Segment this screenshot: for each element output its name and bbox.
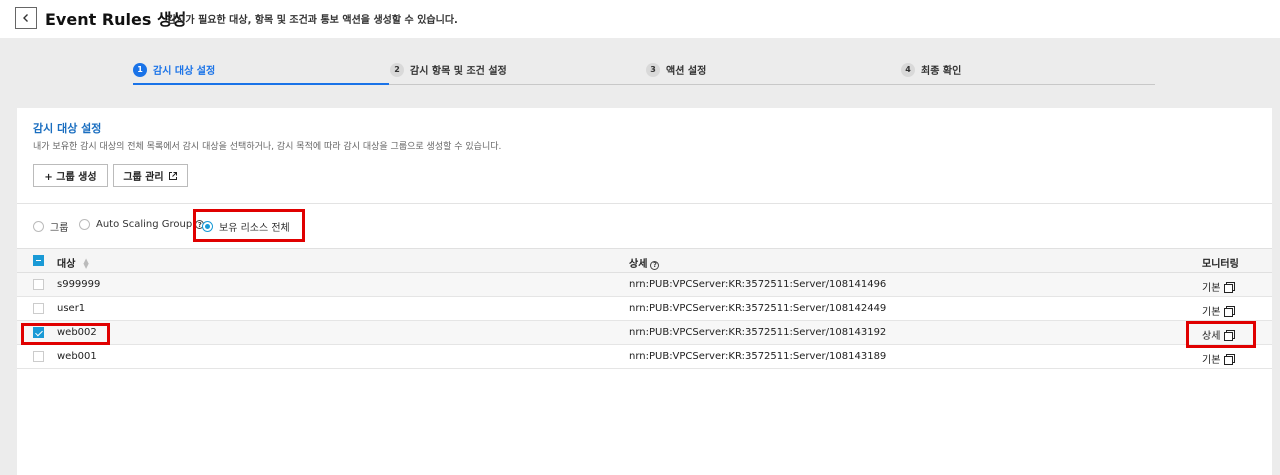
step-number: 4 xyxy=(901,62,915,77)
step-number: 1 xyxy=(133,62,147,77)
column-header-target[interactable]: 대상 ▲ ▼ xyxy=(57,255,89,271)
step-label: 최종 확인 xyxy=(921,66,962,77)
step-target-settings[interactable]: 1 감시 대상 설정 xyxy=(133,62,215,77)
monitoring-label: 기본 xyxy=(1202,355,1221,366)
row-monitoring[interactable]: 기본 xyxy=(1202,351,1236,366)
row-monitoring[interactable]: 기본 xyxy=(1202,303,1236,318)
section-title: 감시 대상 설정 xyxy=(33,122,102,135)
copy-icon[interactable] xyxy=(1224,354,1236,365)
copy-icon[interactable] xyxy=(1224,282,1236,293)
back-button[interactable] xyxy=(15,7,37,29)
row-target: user1 xyxy=(57,303,86,314)
page-description: 감시가 필요한 대상, 항목 및 조건과 통보 액션을 생성할 수 있습니다. xyxy=(167,15,458,26)
row-monitoring[interactable]: 기본 xyxy=(1202,279,1236,294)
row-target: s999999 xyxy=(57,279,101,290)
step-label: 액션 설정 xyxy=(666,66,707,77)
step-action-settings[interactable]: 3 액션 설정 xyxy=(646,62,706,77)
table-row[interactable]: s999999 nrn:PUB:VPCServer:KR:3572511:Ser… xyxy=(17,273,1272,297)
table-header: 대상 ▲ ▼ 상세? 모니터링 xyxy=(17,248,1272,273)
radio-label: 그룹 xyxy=(50,223,69,234)
column-label: 대상 xyxy=(57,259,76,270)
external-link-icon xyxy=(168,171,177,180)
row-detail: nrn:PUB:VPCServer:KR:3572511:Server/1081… xyxy=(629,303,887,314)
table-row[interactable]: user1 nrn:PUB:VPCServer:KR:3572511:Serve… xyxy=(17,297,1272,321)
radio-circle xyxy=(33,221,44,232)
radio-circle xyxy=(202,221,213,232)
row-monitoring[interactable]: 상세 xyxy=(1202,327,1236,342)
row-target: web002 xyxy=(57,327,97,338)
step-items-conditions[interactable]: 2 감시 항목 및 조건 설정 xyxy=(390,62,507,77)
monitoring-label: 상세 xyxy=(1202,331,1221,342)
top-bar: Event Rules 생성 감시가 필요한 대상, 항목 및 조건과 통보 액… xyxy=(0,0,1280,38)
help-icon[interactable]: ? xyxy=(650,260,660,270)
manage-group-button[interactable]: 그룹 관리 xyxy=(113,164,188,187)
radio-circle xyxy=(79,219,90,230)
radio-group[interactable]: 그룹 xyxy=(33,219,68,234)
divider xyxy=(17,203,1272,204)
step-number: 2 xyxy=(390,62,404,77)
active-step-indicator xyxy=(133,83,389,85)
radio-label: Auto Scaling Group xyxy=(96,219,193,230)
row-target: web001 xyxy=(57,351,97,362)
target-settings-panel: 감시 대상 설정 내가 보유한 감시 대상의 전체 목록에서 감시 대상을 선택… xyxy=(17,108,1272,475)
row-checkbox[interactable] xyxy=(33,351,44,362)
column-header-monitoring: 모니터링 xyxy=(1202,259,1239,270)
row-checkbox[interactable] xyxy=(33,303,44,314)
monitoring-label: 기본 xyxy=(1202,307,1221,318)
step-number: 3 xyxy=(646,62,660,77)
stepper: 1 감시 대상 설정 2 감시 항목 및 조건 설정 3 액션 설정 4 최종 … xyxy=(133,56,1155,85)
table-row[interactable]: web001 nrn:PUB:VPCServer:KR:3572511:Serv… xyxy=(17,345,1272,369)
row-detail: nrn:PUB:VPCServer:KR:3572511:Server/1081… xyxy=(629,351,887,362)
radio-all-resources[interactable]: 보유 리소스 전체 xyxy=(202,219,290,234)
radio-autoscaling-group[interactable]: Auto Scaling Group ? xyxy=(79,219,205,230)
row-checkbox[interactable] xyxy=(33,279,44,290)
select-all-checkbox[interactable] xyxy=(33,255,44,266)
table-row[interactable]: web002 nrn:PUB:VPCServer:KR:3572511:Serv… xyxy=(17,321,1272,345)
column-header-detail: 상세? xyxy=(629,255,660,270)
step-label: 감시 항목 및 조건 설정 xyxy=(410,66,507,77)
step-final-confirm[interactable]: 4 최종 확인 xyxy=(901,62,961,77)
monitoring-label: 기본 xyxy=(1202,283,1221,294)
copy-icon[interactable] xyxy=(1224,330,1236,341)
step-label: 감시 대상 설정 xyxy=(153,66,216,77)
create-group-button[interactable]: + 그룹 생성 xyxy=(33,164,108,187)
row-detail: nrn:PUB:VPCServer:KR:3572511:Server/1081… xyxy=(629,327,887,338)
section-description: 내가 보유한 감시 대상의 전체 목록에서 감시 대상을 선택하거나, 감시 목… xyxy=(33,142,502,152)
column-label: 상세 xyxy=(629,259,648,270)
row-checkbox[interactable] xyxy=(33,327,44,338)
copy-icon[interactable] xyxy=(1224,306,1236,317)
radio-label: 보유 리소스 전체 xyxy=(219,223,290,234)
row-detail: nrn:PUB:VPCServer:KR:3572511:Server/1081… xyxy=(629,279,887,290)
chevron-left-icon xyxy=(23,14,28,22)
page-title: Event Rules 생성 xyxy=(45,10,187,29)
sort-icon: ▲ ▼ xyxy=(83,257,89,270)
manage-group-label: 그룹 관리 xyxy=(123,172,164,183)
